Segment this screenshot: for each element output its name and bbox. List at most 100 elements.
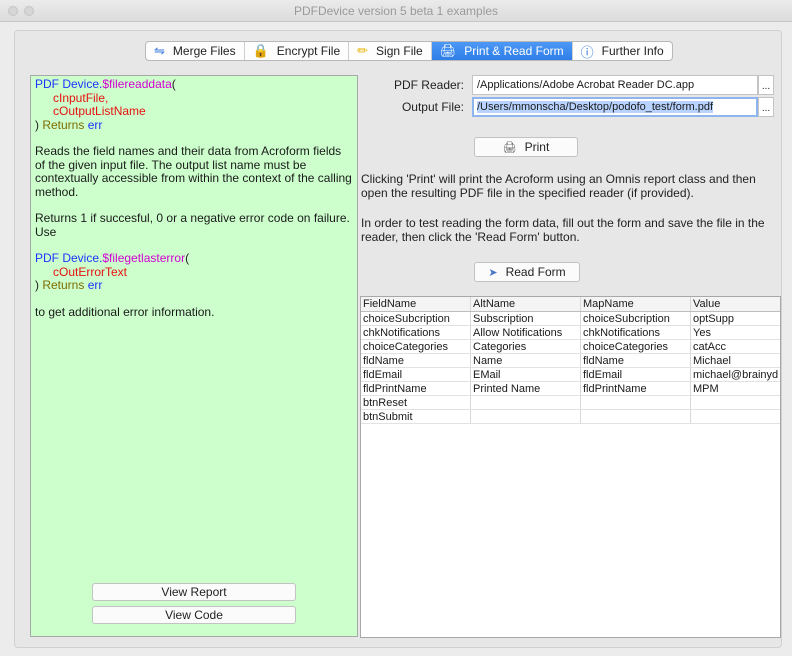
cell-altname: Allow Notifications [471, 326, 581, 339]
table-row[interactable]: btnSubmit [361, 410, 780, 424]
browse-output-button[interactable]: ... [758, 97, 774, 117]
column-header[interactable]: FieldName [361, 297, 471, 311]
description-text: In order to test reading the form data, … [361, 216, 765, 244]
cell-value: Yes [693, 327, 711, 339]
returns-label: Returns [39, 117, 88, 132]
tab-encrypt-file[interactable]: 🔒 Encrypt File [245, 42, 350, 60]
cell-altname: Categories [471, 340, 581, 353]
cell-altname: Printed Name [471, 382, 581, 395]
cell-mapname: chkNotifications [581, 326, 691, 339]
cell-value [691, 396, 780, 409]
description-text: Clicking 'Print' will print the Acroform… [361, 172, 756, 200]
help-panel: PDF Device.$filereaddata( cInputFile, cO… [30, 75, 358, 637]
cell-fieldname: choiceSubcription [361, 312, 471, 325]
help-paragraph: to get additional error information. [35, 304, 215, 319]
form-data-grid[interactable]: FieldName AltName MapName Value choiceSu… [360, 296, 781, 638]
window-title: PDFDevice version 5 beta 1 examples [293, 4, 499, 18]
read-icon: ➤ [488, 267, 498, 279]
pen-icon: ✏ [357, 43, 369, 58]
tab-label: Further Info [601, 44, 664, 58]
grid-header: FieldName AltName MapName Value [361, 297, 780, 312]
title-bar: PDFDevice version 5 beta 1 examples [0, 0, 792, 22]
returns-value: err [87, 117, 103, 132]
table-row[interactable]: btnReset [361, 396, 780, 410]
app-window: PDFDevice version 5 beta 1 examples ⇋ Me… [0, 0, 792, 656]
sig-open: ( [171, 77, 176, 91]
cell-mapname: fldPrintName [581, 382, 691, 395]
cell-mapname [581, 410, 691, 423]
sig-method: $filereaddata [102, 77, 172, 91]
cell-altname [471, 396, 581, 409]
sig-returns: ) Returns err [35, 117, 353, 133]
column-header[interactable]: AltName [471, 297, 581, 311]
cell-value: Michael [693, 355, 731, 367]
output-file-label: Output File: [401, 100, 464, 114]
cell-fieldname: chkNotifications [361, 326, 471, 339]
table-row[interactable]: choiceSubcription Subscription choiceSub… [361, 312, 780, 326]
tab-further-info[interactable]: ⓘ Further Info [573, 42, 672, 60]
cell-value: catAcc [693, 341, 727, 353]
tab-bar: ⇋ Merge Files 🔒 Encrypt File ✏ Sign File… [145, 41, 673, 61]
info-icon: ⓘ [580, 44, 594, 60]
tab-label: Print & Read Form [464, 44, 564, 58]
merge-icon: ⇋ [154, 43, 165, 58]
tab-merge-files[interactable]: ⇋ Merge Files [146, 42, 245, 60]
read-form-button-label: Read Form [505, 265, 566, 279]
cell-mapname: choiceSubcription [581, 312, 691, 325]
cell-altname: Subscription [471, 312, 581, 325]
print-button-label: Print [524, 140, 550, 154]
table-row[interactable]: fldPrintName Printed Name fldPrintName M… [361, 382, 780, 396]
view-report-button[interactable]: View Report [92, 583, 296, 601]
printer-icon: 🖨 [439, 43, 457, 58]
help-paragraph: Returns 1 if succesful, 0 or a negative … [35, 211, 350, 239]
table-row[interactable]: fldName Name fldName Michael [361, 354, 780, 368]
signature-filereaddata: PDF Device.$filereaddata( [35, 77, 353, 92]
cell-value: MPM [693, 383, 719, 395]
cell-mapname: fldEmail [581, 368, 691, 381]
table-row[interactable]: fldEmail EMail fldEmail michael@brainyd [361, 368, 780, 382]
output-file-value: /Users/mmonscha/Desktop/podofo_test/form… [477, 101, 713, 113]
cell-altname: Name [471, 354, 581, 367]
cell-fieldname: choiceCategories [361, 340, 471, 353]
cell-value [691, 410, 780, 423]
cell-fieldname: fldPrintName [361, 382, 471, 395]
cell-fieldname: btnSubmit [361, 410, 471, 423]
cell-mapname: fldName [581, 354, 691, 367]
cell-mapname: choiceCategories [581, 340, 691, 353]
lock-icon: 🔒 [252, 43, 269, 58]
column-header[interactable]: MapName [581, 297, 691, 311]
returns-value: err [87, 278, 103, 292]
printer-icon: 🖨 [502, 142, 517, 154]
sig-method: $filegetlasterror [102, 251, 186, 265]
tab-label: Sign File [376, 44, 423, 58]
sig-returns: ) Returns err [35, 278, 353, 293]
view-code-button[interactable]: View Code [92, 606, 296, 624]
pdf-reader-field[interactable]: /Applications/Adobe Acrobat Reader DC.ap… [472, 75, 758, 95]
output-file-field[interactable]: /Users/mmonscha/Desktop/podofo_test/form… [472, 97, 758, 117]
help-paragraph: Reads the field names and their data fro… [35, 144, 352, 199]
cell-value: michael@brainyd [693, 369, 779, 381]
read-form-button[interactable]: ➤ Read Form [474, 262, 580, 282]
tab-print-read-form[interactable]: 🖨 Print & Read Form [431, 42, 573, 60]
cell-altname [471, 410, 581, 423]
sig-object: PDF Device. [35, 251, 103, 265]
sig-param: cOutErrorText [53, 264, 128, 279]
sig-param: cOutputListName [53, 104, 146, 118]
print-description: Clicking 'Print' will print the Acroform… [361, 172, 781, 200]
sig-param: cInputFile, [53, 90, 109, 105]
pdf-reader-label: PDF Reader: [393, 78, 464, 92]
browse-reader-button[interactable]: ... [758, 75, 774, 95]
cell-fieldname: fldEmail [361, 368, 471, 381]
table-row[interactable]: choiceCategories Categories choiceCatego… [361, 340, 780, 354]
read-description: In order to test reading the form data, … [361, 216, 781, 244]
tab-label: Merge Files [172, 44, 236, 58]
tab-label: Encrypt File [276, 44, 341, 58]
column-header[interactable]: Value [691, 297, 780, 311]
table-row[interactable]: chkNotifications Allow Notifications chk… [361, 326, 780, 340]
cell-mapname [581, 396, 691, 409]
print-button[interactable]: 🖨 Print [474, 137, 578, 157]
sig-open: ( [185, 251, 190, 265]
tab-sign-file[interactable]: ✏ Sign File [349, 42, 432, 60]
cell-value: optSupp [693, 313, 734, 325]
cell-fieldname: btnReset [361, 396, 471, 409]
